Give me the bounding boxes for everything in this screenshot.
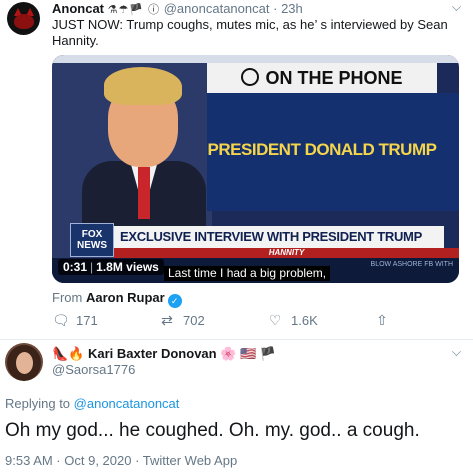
phone-icon <box>241 68 260 87</box>
ticker-text: BLOW ASHORE FB WITH <box>370 261 453 268</box>
retweet-icon: ⇄ <box>161 312 173 328</box>
tweet-header: 👠🔥 Kari Baxter Donovan 🌸 🇺🇸 🏴 <box>52 346 276 362</box>
person-hair <box>104 67 182 105</box>
chevron-down-icon[interactable] <box>452 2 461 11</box>
tweet-time[interactable]: 23h <box>281 1 303 16</box>
like-button[interactable]: ♡ 1.6K <box>267 311 318 329</box>
like-count: 1.6K <box>291 313 318 328</box>
avatar[interactable] <box>5 343 43 381</box>
video-stats-badge: 0:31 | 1.8M views <box>58 259 164 275</box>
stats-divider: | <box>90 260 94 274</box>
person-tie <box>138 167 150 219</box>
video-title-text: PRESIDENT DONALD TRUMP <box>207 140 437 159</box>
author-emojis: 👠🔥 <box>52 346 85 361</box>
retweet-button[interactable]: ⇄ 702 <box>159 311 205 329</box>
video-source: From Aaron Rupar ✓ <box>52 290 182 308</box>
on-the-phone-text: ON THE PHONE <box>265 68 403 88</box>
time-separator: · <box>273 1 278 16</box>
avatar-face <box>16 352 33 374</box>
retweet-count: 702 <box>183 313 205 328</box>
share-icon: ⇧ <box>376 312 388 328</box>
main-tweet: 👠🔥 Kari Baxter Donovan 🌸 🇺🇸 🏴 @Saorsa177… <box>0 340 473 474</box>
verified-icon: ✓ <box>167 294 182 308</box>
replying-to: Replying to @anoncatanoncat <box>5 396 179 411</box>
author-name[interactable]: Anoncat <box>52 1 104 16</box>
share-button[interactable]: ⇧ <box>374 311 398 329</box>
tweet-timestamp[interactable]: 9:53 AM · Oct 9, 2020 · Twitter Web App <box>5 453 237 468</box>
on-the-phone-banner: ON THE PHONE <box>207 63 437 93</box>
author-handle[interactable]: @Saorsa1776 <box>52 362 135 378</box>
tweet-actions: 🗨 171 ⇄ 702 ♡ 1.6K ⇧ <box>52 311 462 329</box>
video-views: 1.8M views <box>96 260 159 274</box>
avatar[interactable] <box>7 2 40 35</box>
video-caption: Last time I had a big problem, <box>164 266 331 281</box>
replying-to-link[interactable]: @anoncatanoncat <box>74 396 180 411</box>
cat-head <box>14 14 34 29</box>
replying-label: Replying to <box>5 396 71 411</box>
tweet-text: Oh my god... he coughed. Oh. my. god.. a… <box>5 420 420 441</box>
quoted-tweet: Anoncat ⚗☂🏴 ⓘ @anoncatanoncat · 23h JUST… <box>0 0 473 340</box>
from-label: From <box>52 290 83 305</box>
tweet-header: Anoncat ⚗☂🏴 ⓘ @anoncatanoncat · 23h <box>52 1 303 18</box>
author-handle[interactable]: @anoncatanoncat <box>164 1 270 16</box>
author-flags: 🌸 🇺🇸 🏴 <box>220 346 277 361</box>
video-player[interactable]: ON THE PHONE PRESIDENT DONALD TRUMP FOX … <box>52 55 459 283</box>
author-emojis: ⚗☂🏴 ⓘ <box>107 4 161 16</box>
show-name-bar: HANNITY <box>114 248 459 258</box>
author-name[interactable]: Kari Baxter Donovan <box>88 346 217 361</box>
comment-icon: 🗨 <box>52 312 70 328</box>
heart-icon: ♡ <box>268 312 282 328</box>
source-name[interactable]: Aaron Rupar <box>86 290 165 305</box>
video-top-strip <box>52 55 459 63</box>
lower-third-headline: EXCLUSIVE INTERVIEW WITH PRESIDENT TRUMP <box>114 226 444 248</box>
video-duration: 0:31 <box>63 260 88 274</box>
tweet-text: JUST NOW: Trump coughs, mutes mic, as he… <box>52 17 448 48</box>
video-person <box>82 63 206 231</box>
channel-logo: FOX NEWS <box>70 223 114 257</box>
reply-button[interactable]: 🗨 171 <box>52 311 98 329</box>
reply-count: 171 <box>76 313 98 328</box>
